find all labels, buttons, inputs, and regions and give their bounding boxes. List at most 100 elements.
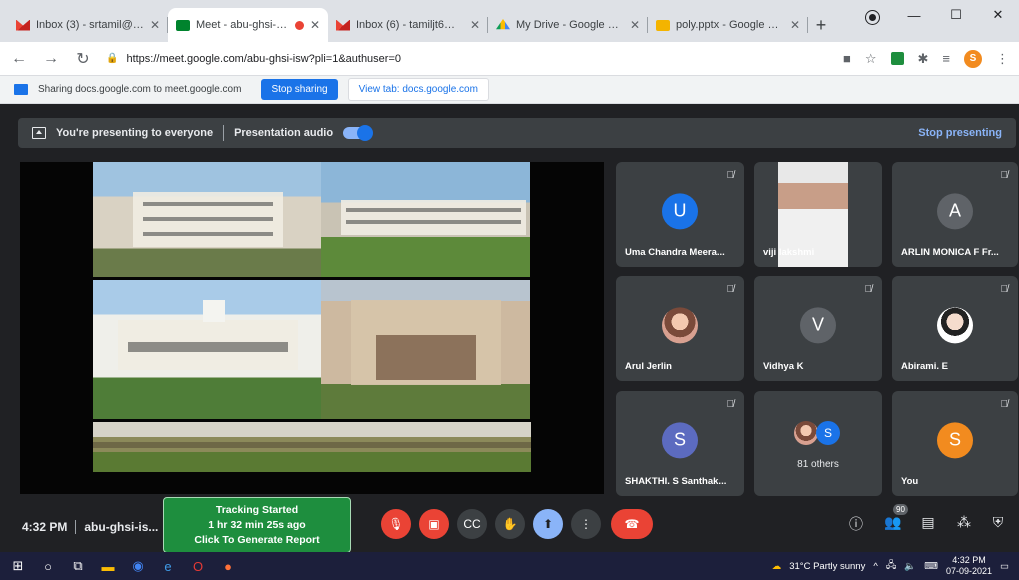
gmail-icon [16, 19, 30, 31]
leave-call-button[interactable]: ☎ [611, 509, 653, 539]
tab-google-drive[interactable]: My Drive - Google Drive ✕ [488, 8, 648, 42]
windows-start-icon[interactable]: ⊞ [10, 558, 26, 574]
mic-off-icon: 🎙̸ [726, 284, 735, 295]
close-icon[interactable]: ✕ [790, 18, 800, 32]
edge-icon[interactable]: e [160, 558, 176, 574]
participant-tile[interactable]: 🎙̸ V Vidhya K [754, 276, 882, 381]
camera-off-button[interactable]: ▣ [419, 509, 449, 539]
present-button[interactable]: ⬆ [533, 509, 563, 539]
self-tile[interactable]: 🎙̸ S You [892, 391, 1018, 496]
avatar: S [816, 421, 840, 445]
close-icon[interactable]: ✕ [470, 18, 480, 32]
extensions-puzzle-icon[interactable]: ✱ [918, 51, 929, 67]
system-tray: ☁ 31°C Partly sunny ^ 🖧 🔈 ⌨ 4:32 PM 07-0… [772, 555, 1009, 577]
forward-button[interactable]: → [42, 50, 60, 68]
tab-google-slides[interactable]: poly.pptx - Google Slides ✕ [648, 8, 808, 42]
meeting-details-icon[interactable]: ⓘ [846, 514, 866, 534]
camera-icon[interactable]: ■ [843, 51, 851, 66]
clock-date: 07-09-2021 [945, 566, 993, 576]
file-explorer-icon[interactable]: ▬ [100, 558, 116, 574]
close-icon[interactable]: ✕ [630, 18, 640, 32]
lock-icon[interactable]: 🔒 [106, 53, 118, 64]
firefox-icon[interactable]: ● [220, 558, 236, 574]
others-tile[interactable]: S 81 others [754, 391, 882, 496]
stop-presenting-button[interactable]: Stop presenting [918, 127, 1002, 139]
campus-photo [321, 162, 530, 277]
chat-icon[interactable]: ▤ [918, 514, 938, 531]
windows-taskbar: ⊞ ○ ⧉ ▬ ◉ e O ● ☁ 31°C Partly sunny ^ 🖧 … [0, 552, 1019, 580]
notifications-icon[interactable]: ▭ [1000, 561, 1009, 572]
maximize-button[interactable]: ☐ [935, 0, 977, 30]
minimize-button[interactable]: — [893, 0, 935, 30]
tracking-report-button[interactable]: Tracking Started 1 hr 32 min 25s ago Cli… [163, 497, 351, 553]
participant-tile[interactable]: 🎙̸ S SHAKTHI. S Santhak... [616, 391, 744, 496]
participant-tile[interactable]: 🎙̸ A ARLIN MONICA F Fr... [892, 162, 1018, 267]
opera-icon[interactable]: O [190, 558, 206, 574]
meet-area: You're presenting to everyone Presentati… [0, 104, 1019, 553]
network-icon[interactable]: 🖧 [886, 558, 897, 574]
browser-profile-icon[interactable] [866, 11, 879, 24]
host-controls-icon[interactable]: ⛨ [988, 514, 1008, 531]
raise-hand-button[interactable]: ✋ [495, 509, 525, 539]
sharing-text: Sharing docs.google.com to meet.google.c… [38, 84, 242, 95]
activities-icon[interactable]: ⁂ [954, 514, 974, 531]
shared-presentation [20, 162, 604, 494]
people-icon[interactable]: 👥 [883, 514, 903, 531]
tab-gmail-inbox-2[interactable]: Inbox (6) - tamiljt6@gmail.co ✕ [328, 8, 488, 42]
search-icon[interactable]: ○ [40, 558, 56, 574]
more-options-button[interactable]: ⋮ [571, 509, 601, 539]
reload-button[interactable]: ↻ [74, 49, 92, 69]
participant-tile[interactable]: 🎙̸ U Uma Chandra Meera... [616, 162, 744, 267]
close-icon[interactable]: ✕ [310, 18, 320, 32]
captions-icon: CC [463, 517, 481, 531]
chrome-icon[interactable]: ◉ [130, 558, 146, 574]
mic-off-button[interactable]: 🎙 [381, 509, 411, 539]
tracking-status: Tracking Started [215, 503, 299, 516]
stop-sharing-button[interactable]: Stop sharing [261, 79, 338, 100]
volume-icon[interactable]: 🔈 [904, 561, 916, 572]
back-button[interactable]: ← [10, 50, 28, 68]
participant-tile[interactable]: 🎙̸ Abirami. E [892, 276, 1018, 381]
clock-time: 4:32 PM [952, 555, 986, 565]
meet-icon [176, 19, 190, 31]
presentation-audio-toggle[interactable] [343, 125, 374, 141]
participant-name: Uma Chandra Meera... [625, 247, 725, 258]
hand-icon: ✋ [502, 517, 518, 531]
browser-menu-icon[interactable]: ⋮ [996, 51, 1009, 67]
avatar: S [937, 421, 973, 458]
extension-icon[interactable] [890, 52, 904, 65]
keyboard-icon[interactable]: ⌨ [924, 561, 938, 572]
participant-tile[interactable]: viji lakshmi [754, 162, 882, 267]
view-tab-button[interactable]: View tab: docs.google.com [347, 78, 489, 101]
close-icon[interactable]: ✕ [150, 18, 160, 32]
new-tab-button[interactable]: + [808, 8, 834, 42]
tab-label: Meet - abu-ghsi-isw [196, 19, 289, 31]
clock[interactable]: 4:32 PM 07-09-2021 [946, 555, 992, 577]
mic-off-icon: 🎙̸ [864, 284, 873, 295]
screen-share-icon [14, 84, 28, 95]
drive-icon [496, 19, 510, 30]
bookmark-star-icon[interactable]: ☆ [865, 51, 877, 67]
participant-name: viji lakshmi [763, 247, 815, 258]
task-view-icon[interactable]: ⧉ [70, 558, 86, 574]
avatar [937, 306, 973, 343]
show-hidden-icons[interactable]: ^ [873, 561, 877, 572]
toolbar-actions: ■ ☆ ✱ ≡ S ⋮ [843, 49, 1009, 68]
participant-name: Abirami. E [901, 361, 948, 372]
reading-list-icon[interactable]: ≡ [942, 51, 950, 66]
present-icon [32, 127, 46, 139]
browser-toolbar: ← → ↻ 🔒 https://meet.google.com/abu-ghsi… [0, 42, 1019, 76]
profile-avatar[interactable]: S [964, 49, 982, 68]
avatar: S [662, 421, 698, 458]
address-bar[interactable]: 🔒 https://meet.google.com/abu-ghsi-isw?p… [106, 46, 829, 72]
participant-name: You [901, 476, 919, 487]
tab-gmail-inbox-1[interactable]: Inbox (3) - srtamil@auxilium ✕ [8, 8, 168, 42]
captions-button[interactable]: CC [457, 509, 487, 539]
participant-name: ARLIN MONICA F Fr... [901, 247, 999, 258]
close-window-button[interactable]: ✕ [977, 0, 1019, 30]
tab-meet[interactable]: Meet - abu-ghsi-isw ✕ [168, 8, 328, 42]
avatar: V [800, 306, 836, 343]
meeting-code[interactable]: abu-ghsi-is... [84, 520, 158, 534]
weather-text[interactable]: 31°C Partly sunny [789, 561, 865, 572]
participant-tile[interactable]: 🎙̸ Arul Jerlin [616, 276, 744, 381]
